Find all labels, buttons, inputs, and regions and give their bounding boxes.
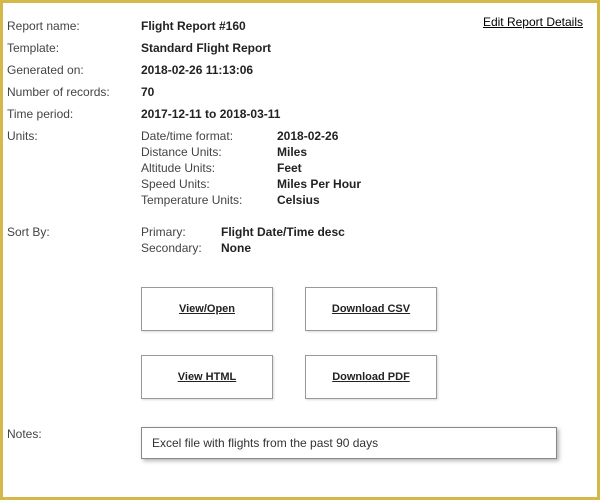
unit-temp-label: Temperature Units:: [141, 193, 277, 207]
unit-speed-row: Speed Units: Miles Per Hour: [141, 177, 361, 191]
records-label: Number of records:: [3, 85, 141, 99]
unit-speed-label: Speed Units:: [141, 177, 277, 191]
unit-temp-row: Temperature Units: Celsius: [141, 193, 361, 207]
button-row-1: View/Open Download CSV: [141, 287, 597, 331]
sort-row: Sort By: Primary: Flight Date/Time desc …: [3, 221, 597, 259]
unit-distance-value: Miles: [277, 145, 307, 159]
generated-value: 2018-02-26 11:13:06: [141, 63, 253, 77]
buttons-area: View/Open Download CSV View HTML Downloa…: [141, 287, 597, 399]
unit-altitude-row: Altitude Units: Feet: [141, 161, 361, 175]
template-value: Standard Flight Report: [141, 41, 271, 55]
template-label: Template:: [3, 41, 141, 55]
download-csv-label: Download CSV: [332, 303, 410, 315]
header-row: Report name: Flight Report #160 Edit Rep…: [3, 15, 597, 37]
unit-altitude-value: Feet: [277, 161, 302, 175]
unit-datetime-value: 2018-02-26: [277, 129, 338, 143]
button-row-2: View HTML Download PDF: [141, 355, 597, 399]
view-html-button[interactable]: View HTML: [141, 355, 273, 399]
units-label: Units:: [3, 129, 141, 207]
download-pdf-label: Download PDF: [332, 371, 410, 383]
download-pdf-button[interactable]: Download PDF: [305, 355, 437, 399]
period-value: 2017-12-11 to 2018-03-11: [141, 107, 280, 121]
records-row: Number of records: 70: [3, 81, 597, 103]
period-label: Time period:: [3, 107, 141, 121]
units-block: Date/time format: 2018-02-26 Distance Un…: [141, 129, 361, 207]
records-value: 70: [141, 85, 154, 99]
sort-primary-row: Primary: Flight Date/Time desc: [141, 225, 345, 239]
edit-report-details-link[interactable]: Edit Report Details: [483, 15, 583, 29]
view-open-button[interactable]: View/Open: [141, 287, 273, 331]
unit-temp-value: Celsius: [277, 193, 320, 207]
template-row: Template: Standard Flight Report: [3, 37, 597, 59]
sort-secondary-value: None: [221, 241, 251, 255]
report-name-label: Report name:: [3, 19, 141, 33]
view-open-label: View/Open: [179, 303, 235, 315]
report-name-value: Flight Report #160: [141, 19, 246, 33]
unit-distance-row: Distance Units: Miles: [141, 145, 361, 159]
report-panel: Report name: Flight Report #160 Edit Rep…: [0, 0, 600, 500]
notes-label: Notes:: [3, 427, 141, 441]
sort-primary-label: Primary:: [141, 225, 221, 239]
unit-datetime-label: Date/time format:: [141, 129, 277, 143]
notes-row: Notes: Excel file with flights from the …: [3, 427, 597, 459]
unit-altitude-label: Altitude Units:: [141, 161, 277, 175]
view-html-label: View HTML: [178, 371, 236, 383]
sort-label: Sort By:: [3, 225, 141, 255]
units-row: Units: Date/time format: 2018-02-26 Dist…: [3, 125, 597, 211]
generated-label: Generated on:: [3, 63, 141, 77]
sort-secondary-row: Secondary: None: [141, 241, 345, 255]
sort-block: Primary: Flight Date/Time desc Secondary…: [141, 225, 345, 255]
sort-secondary-label: Secondary:: [141, 241, 221, 255]
notes-box[interactable]: Excel file with flights from the past 90…: [141, 427, 557, 459]
report-name-row: Report name: Flight Report #160: [3, 15, 246, 37]
sort-primary-value: Flight Date/Time desc: [221, 225, 345, 239]
unit-distance-label: Distance Units:: [141, 145, 277, 159]
unit-speed-value: Miles Per Hour: [277, 177, 361, 191]
unit-datetime-row: Date/time format: 2018-02-26: [141, 129, 361, 143]
download-csv-button[interactable]: Download CSV: [305, 287, 437, 331]
period-row: Time period: 2017-12-11 to 2018-03-11: [3, 103, 597, 125]
generated-row: Generated on: 2018-02-26 11:13:06: [3, 59, 597, 81]
